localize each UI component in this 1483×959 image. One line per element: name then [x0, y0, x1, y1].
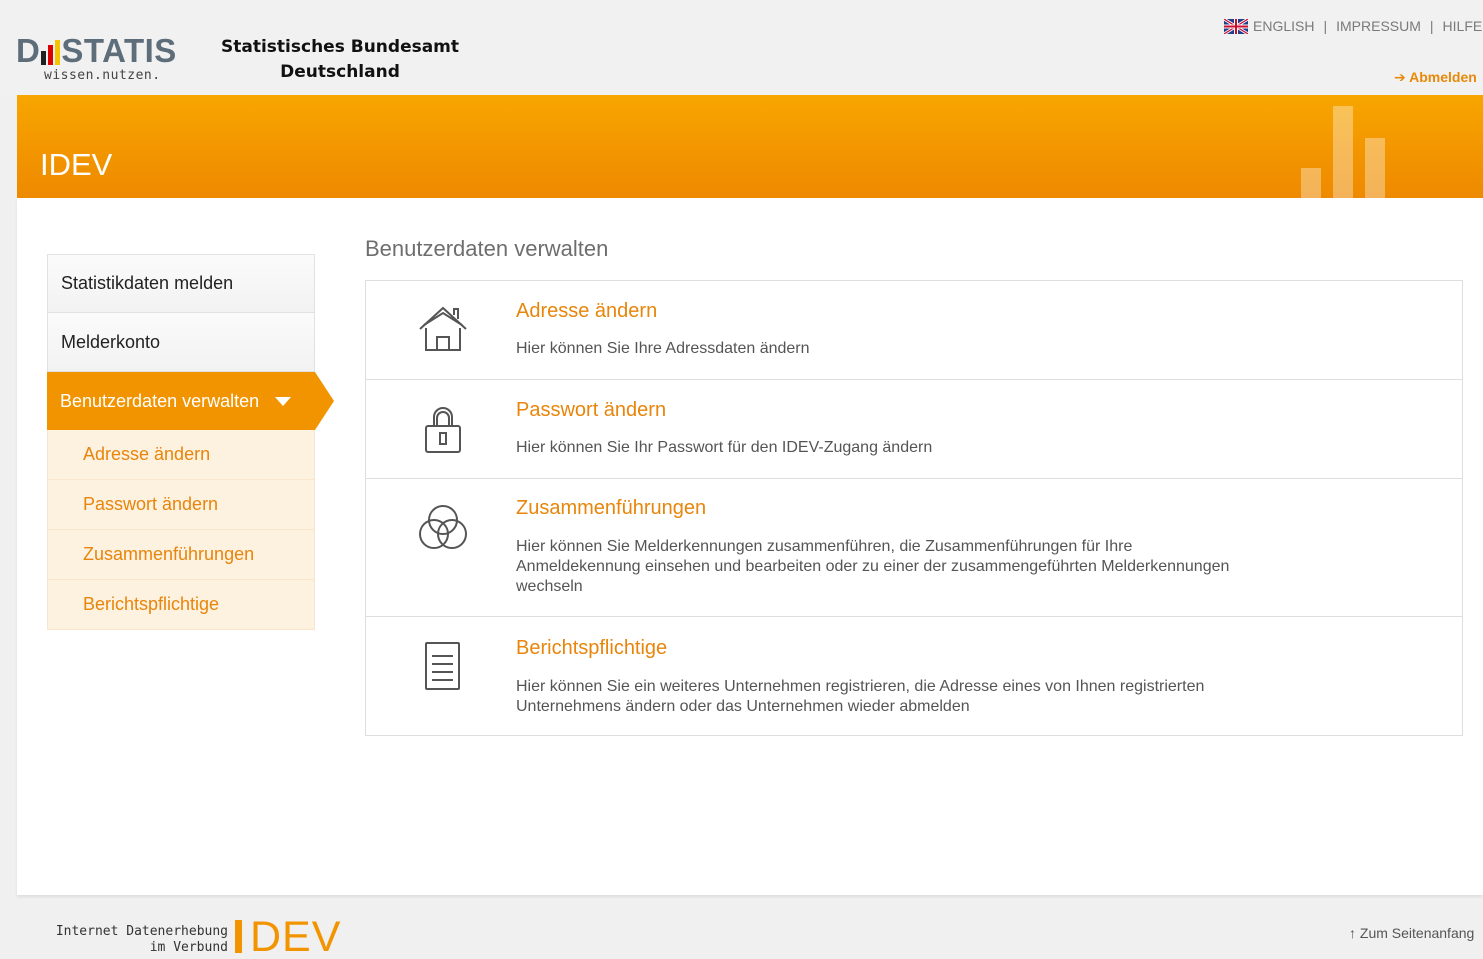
house-icon	[412, 299, 474, 361]
logout-link[interactable]: ➔ Abmelden	[1394, 69, 1477, 86]
app-title: IDEV	[40, 147, 113, 182]
sidebar-subitem-zusammenfuehrungen[interactable]: Zusammenführungen	[47, 530, 315, 580]
logo-text: STATIS	[61, 32, 177, 69]
separator: |	[1429, 18, 1434, 34]
footer-tagline-line1: Internet Datenerhebung	[55, 924, 228, 939]
logo-bar	[235, 920, 242, 953]
row-description: Hier können Sie ein weiteres Unternehmen…	[516, 678, 1205, 715]
sidebar-subitem-label: Passwort ändern	[83, 494, 219, 514]
link-help[interactable]: HILFE	[1443, 18, 1483, 34]
row-title[interactable]: Zusammenführungen	[516, 479, 1442, 520]
link-english[interactable]: ENGLISH	[1253, 18, 1314, 34]
arrow-right-icon: ➔	[1394, 69, 1406, 85]
row-title[interactable]: Berichtspflichtige	[516, 617, 1442, 660]
separator: |	[1323, 18, 1328, 34]
page-title: Benutzerdaten verwalten	[365, 236, 609, 261]
main-content: Statistikdaten melden Melderkonto Benutz…	[17, 198, 1483, 895]
logo-tagline: wissen.nutzen.	[44, 68, 161, 83]
org-line-1: Statistisches Bundesamt	[221, 37, 460, 57]
lock-icon	[412, 398, 474, 460]
sidebar-item-label: Statistikdaten melden	[61, 273, 234, 293]
logo-flag-bars	[41, 40, 61, 65]
page-header: D STATIS wissen.nutzen. Statistisches Bu…	[0, 0, 1483, 95]
organization-name: Statistisches Bundesamt Deutschland	[221, 35, 459, 85]
org-line-2: Deutschland	[280, 62, 400, 82]
back-to-top-link[interactable]: ↑ Zum Seitenanfang	[1349, 925, 1474, 941]
sidebar-item-label: Melderkonto	[61, 331, 161, 352]
sidebar-item-statistikdaten[interactable]: Statistikdaten melden	[47, 254, 315, 313]
row-title[interactable]: Passwort ändern	[516, 380, 1442, 422]
logout-label: Abmelden	[1409, 69, 1477, 85]
idev-footer-logo: DEV	[235, 915, 341, 959]
chevron-down-icon	[275, 396, 292, 406]
footer-logo-text: DEV	[250, 913, 342, 959]
page-footer: Internet Datenerhebung im Verbund DEV ↑ …	[0, 895, 1483, 959]
top-links: ENGLISH | IMPRESSUM | HILFE	[1224, 18, 1482, 34]
sidebar-subitem-label: Zusammenführungen	[83, 544, 255, 564]
uk-flag-icon	[1224, 18, 1248, 34]
footer-tagline-line2: im Verbund	[149, 940, 228, 955]
circles-icon	[412, 498, 474, 560]
sidebar-item-benutzerdaten[interactable]: Benutzerdaten verwalten	[47, 372, 334, 430]
app-banner: IDEV	[17, 95, 1483, 198]
row-description: Hier können Sie Ihre Adressdaten ändern	[516, 340, 810, 357]
sidebar-subitem-adresse[interactable]: Adresse ändern	[47, 430, 315, 480]
destatis-logo[interactable]: D STATIS wissen.nutzen.	[16, 32, 177, 84]
sidebar-subitem-berichtspflichtige[interactable]: Berichtspflichtige	[47, 580, 315, 630]
list-item-adresse: Adresse ändern Hier können Sie Ihre Adre…	[366, 281, 1462, 380]
action-list: Adresse ändern Hier können Sie Ihre Adre…	[365, 280, 1463, 736]
document-icon	[412, 636, 474, 698]
sidebar-subitem-label: Berichtspflichtige	[83, 594, 220, 614]
row-title[interactable]: Adresse ändern	[516, 281, 1442, 323]
sidebar-subitem-label: Adresse ändern	[83, 444, 211, 464]
list-item-passwort: Passwort ändern Hier können Sie Ihr Pass…	[366, 380, 1462, 479]
logo-letter: D	[16, 32, 41, 69]
footer-tagline: Internet Datenerhebung im Verbund	[51, 924, 228, 956]
back-to-top-label: Zum Seitenanfang	[1359, 925, 1475, 941]
row-description: Hier können Sie Melderkennungen zusammen…	[516, 538, 1230, 595]
sidebar-nav: Statistikdaten melden Melderkonto Benutz…	[47, 254, 334, 630]
list-item-berichtspflichtige: Berichtspflichtige Hier können Sie ein w…	[366, 617, 1462, 735]
row-description: Hier können Sie Ihr Passwort für den IDE…	[516, 439, 933, 456]
chart-bars-decoration	[1301, 103, 1391, 198]
list-item-zusammenfuehrungen: Zusammenführungen Hier können Sie Melder…	[366, 479, 1462, 617]
sidebar-item-melderkonto[interactable]: Melderkonto	[47, 313, 315, 372]
sidebar-item-label: Benutzerdaten verwalten	[60, 390, 260, 411]
arrow-up-icon: ↑	[1349, 925, 1356, 941]
link-impressum[interactable]: IMPRESSUM	[1336, 18, 1421, 34]
sidebar-subitem-passwort[interactable]: Passwort ändern	[47, 480, 315, 530]
